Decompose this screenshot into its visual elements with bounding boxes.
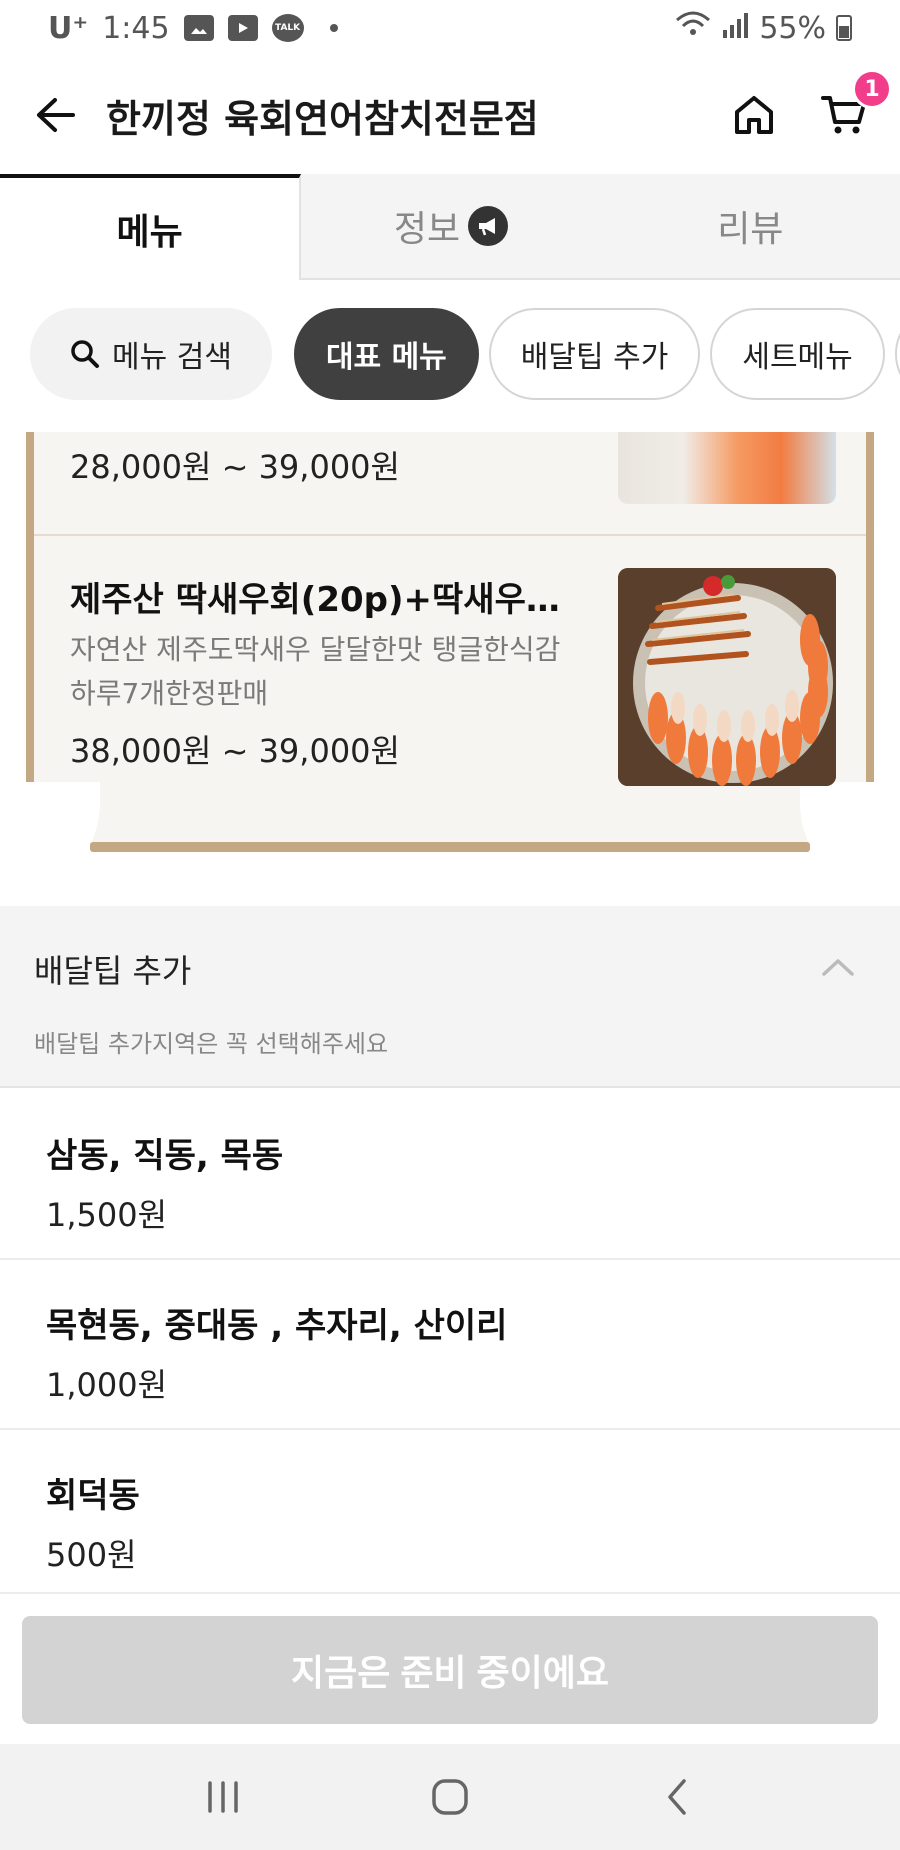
- tab-label: 정보: [393, 209, 461, 250]
- menu-item-previous[interactable]: 28,000원 ~ 39,000원: [34, 432, 866, 536]
- tab-label: 리뷰: [717, 209, 784, 250]
- menu-item-price: 38,000원 ~ 39,000원: [70, 732, 400, 770]
- home-icon: [735, 96, 773, 134]
- recent-apps-button[interactable]: [183, 1757, 263, 1837]
- section-title: 배달팁 추가: [34, 952, 192, 990]
- tip-area-name: 목현동, 중대동 , 추자리, 산이리: [46, 1306, 508, 1346]
- status-bar: U⁺ 1:45 TALK 55%: [0, 0, 900, 56]
- card-notch-left: [0, 782, 100, 872]
- home-nav-icon: [432, 1779, 468, 1815]
- tab-info[interactable]: 정보: [301, 174, 600, 278]
- youtube-icon: [227, 15, 258, 41]
- menu-item-desc-line: 자연산 제주도딱새우 달달한맛 탱글한식감: [70, 633, 561, 666]
- tip-fee: 1,000원: [46, 1366, 168, 1404]
- tip-fee: 500원: [46, 1536, 137, 1574]
- search-chip-label: 메뉴 검색: [112, 340, 232, 375]
- delivery-tip-option[interactable]: 목현동, 중대동 , 추자리, 산이리 1,000원: [0, 1260, 900, 1430]
- wifi-icon: [675, 10, 711, 46]
- menu-search-chip[interactable]: 메뉴 검색: [30, 308, 272, 400]
- card-bottom-border: [90, 842, 810, 852]
- cart-count-badge: 1: [852, 69, 892, 109]
- chip-partial[interactable]: 혼: [894, 308, 900, 400]
- tab-reviews[interactable]: 리뷰: [601, 174, 900, 278]
- system-nav-bar: [0, 1744, 900, 1850]
- card-notch-right: [800, 782, 900, 872]
- menu-item-photo: [618, 568, 836, 786]
- page-title: 한끼정 육회연어참치전문점: [106, 96, 539, 141]
- megaphone-icon: [468, 206, 509, 246]
- section-subtitle: 배달팁 추가지역은 꼭 선택해주세요: [34, 1030, 389, 1058]
- back-button[interactable]: [30, 90, 80, 140]
- tab-menu[interactable]: 메뉴: [0, 174, 302, 280]
- carrier-label: U⁺: [48, 10, 89, 46]
- home-nav-button[interactable]: [410, 1757, 490, 1837]
- cart-button[interactable]: 1: [818, 69, 892, 141]
- talk-icon: TALK: [271, 14, 304, 42]
- tip-fee: 1,500원: [46, 1196, 168, 1234]
- tip-area-name: 삼동, 직동, 목동: [46, 1136, 284, 1176]
- menu-item-photo: [618, 432, 836, 504]
- home-button[interactable]: [728, 89, 780, 141]
- recent-apps-icon: [208, 1781, 239, 1813]
- menu-item-description: 자연산 제주도딱새우 달달한맛 탱글한식감 하루7개한정판매: [70, 628, 590, 716]
- menu-item-price: 28,000원 ~ 39,000원: [70, 448, 400, 486]
- chevron-up-icon[interactable]: [818, 952, 858, 982]
- tab-label: 메뉴: [116, 212, 183, 253]
- arrow-left-icon: [37, 98, 75, 132]
- menu-item[interactable]: 제주산 딱새우회(20p)+딱새우머... 자연산 제주도딱새우 달달한맛 탱글…: [34, 536, 866, 786]
- gallery-icon: [183, 15, 214, 41]
- delivery-tip-section-header[interactable]: 배달팁 추가 배달팁 추가지역은 꼭 선택해주세요: [0, 906, 900, 1088]
- chip-signature-menu[interactable]: 대표 메뉴: [293, 308, 479, 400]
- signal-icon: [721, 11, 749, 46]
- bottom-cta-bar: 지금은 준비 중이에요: [0, 1592, 900, 1744]
- clock: 1:45: [102, 10, 170, 46]
- menu-item-name: 제주산 딱새우회(20p)+딱새우머...: [70, 580, 590, 620]
- menu-item-desc-line: 하루7개한정판매: [70, 677, 269, 710]
- delivery-tip-option[interactable]: 삼동, 직동, 목동 1,500원: [0, 1090, 900, 1260]
- back-nav-button[interactable]: [637, 1757, 717, 1837]
- order-button[interactable]: 지금은 준비 중이에요: [22, 1616, 878, 1724]
- tab-bar: 메뉴 정보 리뷰: [0, 174, 900, 280]
- search-icon: [71, 340, 99, 368]
- app-bar: 한끼정 육회연어참치전문점 1: [0, 56, 900, 174]
- battery-icon: [836, 15, 852, 41]
- notification-dot-icon: [329, 24, 338, 32]
- category-chips: 메뉴 검색 대표 메뉴 배달팁 추가 세트메뉴 혼: [30, 308, 900, 404]
- back-nav-icon: [667, 1779, 686, 1815]
- delivery-tip-option[interactable]: 회덕동 500원: [0, 1430, 900, 1600]
- menu-card: 28,000원 ~ 39,000원 제주산 딱새우회(20p)+딱새우머... …: [0, 432, 900, 872]
- tip-area-name: 회덕동: [46, 1476, 140, 1516]
- battery-percent: 55%: [759, 10, 826, 46]
- chip-set-menu[interactable]: 세트메뉴: [710, 308, 885, 400]
- chip-delivery-tip[interactable]: 배달팁 추가: [488, 308, 701, 400]
